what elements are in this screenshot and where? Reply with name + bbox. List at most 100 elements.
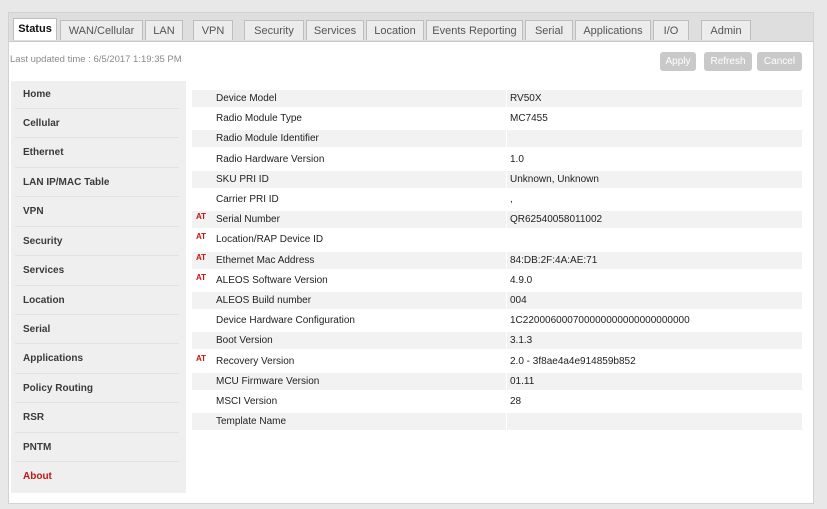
refresh-button[interactable]: Refresh: [704, 52, 752, 71]
sidebar-item-applications[interactable]: Applications: [23, 353, 83, 364]
table-row: AT Ethernet Mac Address 84:DB:2F:4A:AE:71: [192, 252, 802, 269]
column-divider: [506, 332, 507, 349]
sidebar-divider: [15, 137, 179, 138]
tab-serial[interactable]: Serial: [525, 20, 573, 40]
sidebar-item-vpn[interactable]: VPN: [23, 206, 44, 217]
row-value: 28: [510, 396, 522, 407]
tab-io[interactable]: I/O: [653, 20, 689, 40]
row-value: ,: [510, 194, 513, 205]
tab-applications[interactable]: Applications: [575, 20, 651, 40]
sidebar-item-services[interactable]: Services: [23, 265, 64, 276]
about-panel: Device Model RV50X Radio Module Type MC7455…: [186, 81, 807, 493]
at-command-marker: AT: [196, 354, 207, 363]
tab-status[interactable]: Status: [13, 18, 57, 40]
tab-lan[interactable]: LAN: [145, 20, 183, 40]
sidebar-item-location[interactable]: Location: [23, 295, 65, 306]
table-row: AT ALEOS Software Version 4.9.0: [192, 272, 802, 289]
row-label: Carrier PRI ID: [216, 194, 279, 205]
column-divider: [506, 252, 507, 269]
sidebar-item-pntm[interactable]: PNTM: [23, 442, 51, 453]
row-label: Radio Module Type: [216, 113, 302, 124]
row-label: SKU PRI ID: [216, 174, 269, 185]
column-divider: [506, 211, 507, 228]
sidebar-divider: [15, 373, 179, 374]
row-label: Radio Hardware Version: [216, 154, 325, 165]
tab-events-reporting[interactable]: Events Reporting: [426, 20, 523, 40]
at-command-marker: AT: [196, 273, 207, 282]
table-row: Boot Version 3.1.3: [192, 332, 802, 349]
row-label: Device Model: [216, 93, 277, 104]
row-value: MC7455: [510, 113, 548, 124]
row-value: 4.9.0: [510, 275, 533, 286]
at-command-marker: AT: [196, 232, 207, 241]
row-label: Location/RAP Device ID: [216, 234, 324, 245]
sidebar-divider: [15, 196, 179, 197]
sidebar-divider: [15, 461, 179, 462]
table-row: Radio Hardware Version 1.0: [192, 151, 802, 168]
sidebar-item-security[interactable]: Security: [23, 236, 62, 247]
at-command-marker: AT: [196, 253, 207, 262]
sidebar-divider: [15, 402, 179, 403]
row-label: Recovery Version: [216, 356, 295, 367]
column-divider: [506, 393, 507, 410]
last-updated-text: Last updated time : 6/5/2017 1:19:35 PM: [10, 54, 182, 65]
column-divider: [506, 292, 507, 309]
sidebar-divider: [15, 285, 179, 286]
column-divider: [506, 191, 507, 208]
table-row: MCU Firmware Version 01.11: [192, 373, 802, 390]
row-label: MCU Firmware Version: [216, 376, 320, 387]
sidebar-item-lan-ip-mac-table[interactable]: LAN IP/MAC Table: [23, 177, 109, 188]
column-divider: [506, 373, 507, 390]
table-row: AT Serial Number QR62540058011002: [192, 211, 802, 228]
table-row: Radio Module Identifier: [192, 130, 802, 147]
sidebar-divider: [15, 167, 179, 168]
sidebar-item-policy-routing[interactable]: Policy Routing: [23, 383, 93, 394]
sidebar-divider: [15, 343, 179, 344]
sidebar-item-cellular[interactable]: Cellular: [23, 118, 60, 129]
tab-security[interactable]: Security: [244, 20, 304, 40]
column-divider: [506, 130, 507, 147]
row-value: 01.11: [510, 376, 535, 387]
top-tab-bar: Status WAN/Cellular LAN VPN Security Ser…: [9, 13, 813, 42]
sidebar-nav: Home Cellular Ethernet LAN IP/MAC Table …: [11, 81, 181, 493]
table-row: AT Recovery Version 2.0 - 3f8ae4a4e914859b…: [192, 353, 802, 370]
row-value: 3.1.3: [510, 335, 533, 346]
sidebar-item-rsr[interactable]: RSR: [23, 412, 44, 423]
tab-vpn[interactable]: VPN: [193, 20, 233, 40]
row-value: 1C220006000700000000000000000000: [510, 315, 690, 326]
row-value: Unknown, Unknown: [510, 174, 599, 185]
cancel-button[interactable]: Cancel: [757, 52, 802, 71]
column-divider: [506, 312, 507, 329]
sidebar-divider: [15, 226, 179, 227]
apply-button[interactable]: Apply: [660, 52, 696, 71]
row-label: Boot Version: [216, 335, 273, 346]
sidebar-item-serial[interactable]: Serial: [23, 324, 50, 335]
sidebar-divider: [15, 255, 179, 256]
table-row: Radio Module Type MC7455: [192, 110, 802, 127]
tab-location[interactable]: Location: [366, 20, 424, 40]
row-label: Device Hardware Configuration: [216, 315, 355, 326]
row-value: 004: [510, 295, 527, 306]
row-value: 2.0 - 3f8ae4a4e914859b852: [510, 356, 636, 367]
table-row: MSCI Version 28: [192, 393, 802, 410]
sidebar-divider: [15, 108, 179, 109]
table-row: ALEOS Build number 004: [192, 292, 802, 309]
row-label: MSCI Version: [216, 396, 278, 407]
row-label: Ethernet Mac Address: [216, 255, 315, 266]
row-label: Radio Module Identifier: [216, 133, 319, 144]
column-divider: [506, 151, 507, 168]
table-row: Device Model RV50X: [192, 90, 802, 107]
sidebar-item-ethernet[interactable]: Ethernet: [23, 147, 64, 158]
tab-services[interactable]: Services: [306, 20, 364, 40]
sidebar-divider: [15, 314, 179, 315]
column-divider: [506, 272, 507, 289]
tab-admin[interactable]: Admin: [701, 20, 751, 40]
row-label: ALEOS Software Version: [216, 275, 328, 286]
column-divider: [506, 110, 507, 127]
sidebar-item-home[interactable]: Home: [23, 89, 51, 100]
tab-wan-cellular[interactable]: WAN/Cellular: [60, 20, 143, 40]
column-divider: [506, 413, 507, 430]
table-row: SKU PRI ID Unknown, Unknown: [192, 171, 802, 188]
column-divider: [506, 90, 507, 107]
sidebar-item-about[interactable]: About: [23, 471, 52, 482]
